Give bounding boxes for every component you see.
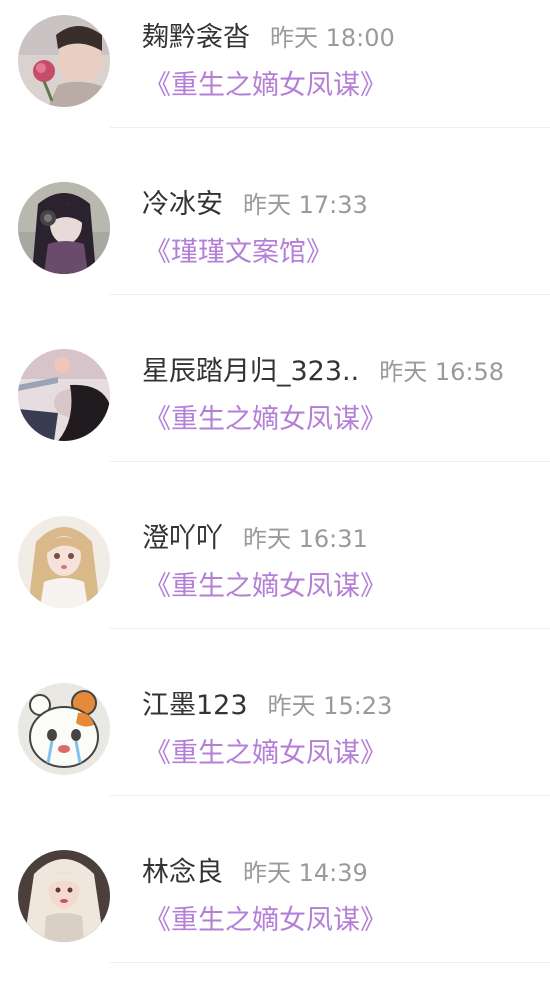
divider — [110, 294, 550, 295]
timestamp: 昨天 18:00 — [270, 24, 395, 52]
timestamp: 昨天 14:39 — [243, 859, 368, 887]
avatar-lying-person-icon[interactable] — [18, 349, 110, 441]
divider — [110, 127, 550, 128]
list-item[interactable]: 星辰踏月归_323.. 昨天 16:58 《重生之嫡女凤谋》 — [0, 334, 550, 501]
avatar-man-with-rose-icon[interactable] — [18, 15, 110, 107]
timestamp: 昨天 15:23 — [267, 692, 393, 720]
username[interactable]: 星辰踏月归_323.. — [142, 352, 359, 392]
book-link[interactable]: 《重生之嫡女凤谋》 — [144, 66, 387, 106]
divider — [110, 795, 550, 796]
list-item[interactable]: 江墨123 昨天 15:23 《重生之嫡女凤谋》 — [0, 668, 550, 835]
book-link[interactable]: 《重生之嫡女凤谋》 — [144, 901, 387, 941]
book-link[interactable]: 《重生之嫡女凤谋》 — [144, 400, 387, 440]
username[interactable]: 澄吖吖 — [142, 519, 223, 559]
username[interactable]: 麹黔衾沓 — [142, 18, 250, 58]
list-item[interactable]: 澄吖吖 昨天 16:31 《重生之嫡女凤谋》 — [0, 501, 550, 668]
list-item[interactable]: 麹黔衾沓 昨天 18:00 《重生之嫡女凤谋》 — [0, 0, 550, 167]
book-link[interactable]: 《重生之嫡女凤谋》 — [144, 734, 387, 774]
comment-list: 麹黔衾沓 昨天 18:00 《重生之嫡女凤谋》 冷冰安 昨天 17:33 《瑾瑾文案… — [0, 0, 550, 991]
avatar-anime-girl-headphones-icon[interactable] — [18, 182, 110, 274]
divider — [110, 461, 550, 462]
divider — [110, 628, 550, 629]
username[interactable]: 冷冰安 — [142, 185, 223, 225]
avatar-blonde-anime-girl-icon[interactable] — [18, 516, 110, 608]
username[interactable]: 林念良 — [142, 853, 223, 893]
book-link[interactable]: 《瑾瑾文案馆》 — [144, 233, 333, 273]
list-item[interactable]: 冷冰安 昨天 17:33 《瑾瑾文案馆》 — [0, 167, 550, 334]
timestamp: 昨天 16:58 — [379, 358, 504, 386]
avatar-blonde-woman-icon[interactable] — [18, 850, 110, 942]
timestamp: 昨天 16:31 — [243, 525, 368, 553]
avatar-crying-bear-icon[interactable] — [18, 683, 110, 775]
book-link[interactable]: 《重生之嫡女凤谋》 — [144, 567, 387, 607]
list-item[interactable]: 林念良 昨天 14:39 《重生之嫡女凤谋》 — [0, 835, 550, 991]
username[interactable]: 江墨123 — [142, 686, 248, 726]
timestamp: 昨天 17:33 — [243, 191, 368, 219]
divider — [110, 962, 550, 963]
